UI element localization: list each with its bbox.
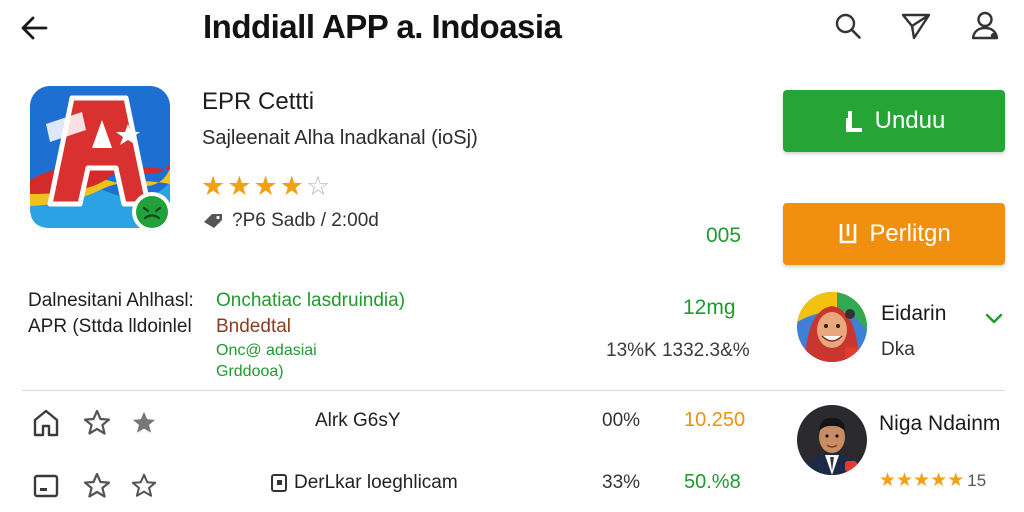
calendar-button[interactable]	[28, 468, 64, 504]
star-icon: ★	[227, 171, 252, 201]
description-left: Dalnesitani Ahlhasl: APR (Sttda lldoinle…	[28, 288, 194, 340]
row-value: 50.%8	[684, 471, 741, 493]
star-icon: ★	[896, 470, 914, 491]
reviewer-rating: ★ ★ ★ ★ ★ 15	[879, 470, 986, 492]
protect-button[interactable]: Perlitgn	[783, 203, 1005, 265]
shield-icon	[840, 224, 857, 244]
page-title: Inddiall APP a. Indoasia	[203, 8, 562, 45]
share-button[interactable]	[898, 8, 934, 44]
download-label: Unduu	[874, 107, 946, 134]
row-percent: 33%	[602, 472, 641, 493]
app-meta: ?P6 Sadb / 2:00d	[202, 210, 379, 232]
back-button[interactable]	[16, 10, 52, 46]
search-icon	[835, 13, 861, 39]
send-icon	[901, 13, 931, 40]
rating-stars: ★ ★ ★ ★ ☆	[201, 171, 330, 201]
favorite-button[interactable]	[79, 468, 115, 504]
star-outline-icon: ☆	[305, 171, 331, 201]
reviewer-name: Niga Ndainm	[879, 412, 1001, 435]
star-icon: ★	[947, 470, 965, 491]
stat-line: 13%K 1332.3&%	[606, 340, 750, 361]
app-name: EPR Cettti	[202, 88, 315, 115]
row-percent: 00%	[602, 410, 641, 431]
app-size: 12mg	[683, 296, 736, 319]
green-count: 005	[706, 224, 742, 247]
row-value: 10.250	[684, 409, 746, 431]
reviewer-name: Eidarin	[881, 302, 947, 325]
star-icon: ★	[930, 470, 948, 491]
protect-label: Perlitgn	[869, 220, 951, 247]
reviewer-subtitle: Dka	[881, 339, 915, 360]
home-icon	[33, 409, 59, 437]
description-mid-line: Onc@ adasiai	[216, 342, 317, 359]
row-label: DerLkar loeghlicam	[294, 472, 458, 493]
description-line: APR (Sttda lldoinlel	[28, 316, 192, 337]
row-label: Alrk G6sY	[315, 410, 401, 431]
rate-button[interactable]	[126, 468, 162, 504]
row-label-group: DerLkar loeghlicam	[270, 472, 458, 494]
app-logo	[28, 84, 176, 234]
app-developer: Sajleenait Alha lnadkanal (ioSj)	[202, 127, 478, 149]
star-icon: ★	[913, 470, 931, 491]
avatar[interactable]	[797, 405, 867, 475]
expand-button[interactable]	[982, 306, 1006, 330]
tag-icon	[204, 214, 222, 228]
home-button[interactable]	[28, 405, 64, 441]
profile-button[interactable]	[967, 8, 1003, 44]
document-icon	[271, 474, 287, 492]
star-outline-icon	[131, 473, 157, 497]
search-button[interactable]	[830, 8, 866, 44]
app-meta-text: ?P6 Sadb / 2:00d	[232, 210, 379, 231]
star-outline-icon	[83, 409, 111, 435]
rate-button[interactable]	[126, 405, 162, 441]
star-icon: ★	[279, 171, 304, 201]
rating-count: 15	[967, 471, 987, 490]
description-mid: Onchatiac lasdruindia) Bndedtal Onc@ ada…	[216, 288, 405, 382]
star-icon: ★	[879, 470, 897, 491]
star-icon: ★	[253, 171, 278, 201]
description-mid-line: Grddooa)	[216, 363, 284, 380]
description-mid-line: Bndedtal	[216, 316, 292, 337]
arrow-left-icon	[21, 16, 48, 40]
calendar-icon	[33, 474, 59, 498]
star-outline-icon	[83, 472, 111, 498]
favorite-button[interactable]	[79, 405, 115, 441]
download-button[interactable]: Unduu	[783, 90, 1005, 152]
account-icon	[971, 11, 999, 40]
divider	[22, 390, 1005, 391]
chevron-down-icon	[985, 313, 1003, 324]
description-line: Dalnesitani Ahlhasl:	[28, 290, 194, 311]
avatar[interactable]	[797, 292, 867, 362]
download-icon	[845, 111, 862, 132]
description-mid-line: Onchatiac lasdruindia)	[216, 290, 406, 311]
star-icon	[132, 411, 156, 433]
star-icon: ★	[201, 171, 226, 201]
